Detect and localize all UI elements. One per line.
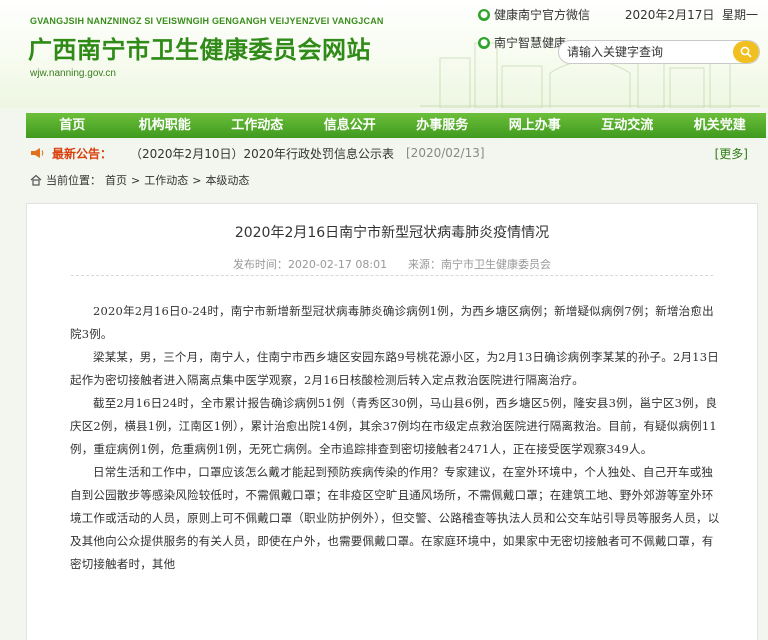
source-label: 来源： [408,258,442,271]
notice-more-link[interactable]: [更多] [715,145,748,162]
notice-title-link[interactable]: （2020年2月10日）2020年行政处罚信息公示表 [130,145,394,162]
article-source: 南宁市卫生健康委员会 [441,258,552,271]
breadcrumb: 当前位置： 首页 > 工作动态 > 本级动态 [30,172,249,188]
date-text: 2020年2月17日 [624,8,715,22]
nav-item-party-building[interactable]: 机关党建 [674,113,767,138]
article-body: 2020年2月16日0-24时，南宁市新增新型冠状病毒肺炎确诊病例1例，为西乡塘… [70,300,724,576]
breadcrumb-item-local-news[interactable]: 本级动态 [205,172,249,188]
smart-health-link[interactable]: ● 南宁智慧健康 [478,34,566,51]
breadcrumb-label: 当前位置： [46,174,101,187]
nav-item-services[interactable]: 办事服务 [396,113,489,138]
notice-date: [2020/02/13] [406,146,485,160]
notice-bar: 最新公告： （2020年2月10日）2020年行政处罚信息公示表 [2020/0… [26,142,748,164]
search-box [558,40,760,64]
smart-health-link-label: 南宁智慧健康 [494,36,567,50]
article-paragraph: 截至2月16日24时，全市累计报告确诊病例51例（青秀区30例，马山县6例，西乡… [70,396,718,456]
publish-label: 发布时间： [232,258,288,271]
breadcrumb-item-work-news[interactable]: 工作动态 [144,172,188,188]
nav-item-organization[interactable]: 机构职能 [119,113,212,138]
nav-item-interaction[interactable]: 互动交流 [581,113,674,138]
publish-time: 2020-02-17 08:01 [287,258,388,271]
search-button[interactable] [733,41,759,63]
article-title: 2020年2月16日南宁市新型冠状病毒肺炎疫情情况 [234,225,550,241]
breadcrumb-separator: > [192,173,202,187]
site-title[interactable]: 广西南宁市卫生健康委员会网站 [28,30,371,65]
site-header: GVANGJSIH NANZNINGZ SI VEISWNGIH GENGANG… [0,0,768,108]
weekday-text: 星期一 [721,8,758,22]
article-panel: 2020年2月16日南宁市新型冠状病毒肺炎疫情情况 发布时间：2020-02-1… [26,203,758,640]
nav-item-work-news[interactable]: 工作动态 [211,113,304,138]
nav-item-info-disclosure[interactable]: 信息公开 [304,113,397,138]
article-paragraph: 日常生活和工作中，口罩应该怎么戴才能起到预防疾病传染的作用？专家建议，在室外环境… [70,465,720,571]
search-icon [740,46,752,58]
site-pinyin-name: GVANGJSIH NANZNINGZ SI VEISWNGIH GENGANG… [30,16,384,26]
article-paragraph: 梁某某，男，三个月，南宁人，住南宁市西乡塘区安园东路9号桃花源小区，为2月13日… [70,350,719,387]
article-meta: 发布时间：2020-02-17 08:01 来源：南宁市卫生健康委员会 [27,256,757,272]
wechat-icon: ● [478,8,490,21]
breadcrumb-separator: > [131,173,141,187]
article-divider [71,275,713,276]
home-icon [30,174,42,186]
notice-label: 最新公告： [52,146,113,161]
current-date: 2020年2月17日 星期一 [625,6,758,23]
site-domain: wjw.nanning.gov.cn [30,68,116,79]
article-paragraph: 2020年2月16日0-24时，南宁市新增新型冠状病毒肺炎确诊病例1例，为西乡塘… [70,304,714,341]
nav-item-online-services[interactable]: 网上办事 [489,113,582,138]
breadcrumb-item-home[interactable]: 首页 [105,172,127,188]
wechat-link[interactable]: ● 健康南宁官方微信 [478,6,590,23]
smart-health-icon: ● [478,36,490,49]
megaphone-icon [31,148,44,158]
nav-item-home[interactable]: 首页 [26,113,119,138]
wechat-link-label: 健康南宁官方微信 [494,8,591,22]
main-nav: 首页 机构职能 工作动态 信息公开 办事服务 网上办事 互动交流 机关党建 [26,113,766,138]
search-input[interactable] [559,41,727,63]
